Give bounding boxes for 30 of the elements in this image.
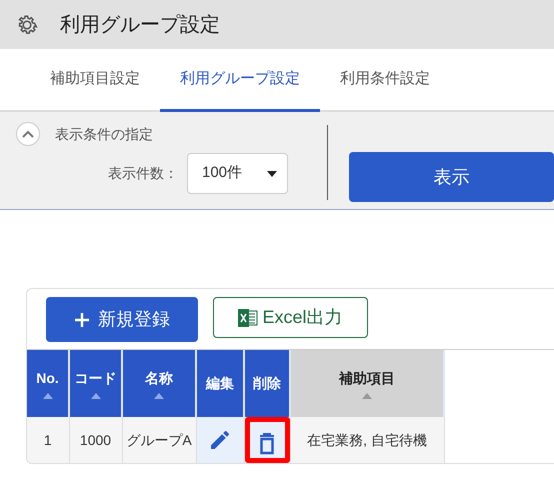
column-header[interactable]: コード [69, 350, 122, 417]
column-header[interactable]: 名称 [122, 350, 196, 417]
trash-icon [257, 433, 277, 455]
spreadsheet-icon [238, 308, 258, 326]
filter-title: 表示条件の指定 [55, 124, 153, 144]
pencil-icon [208, 428, 232, 452]
caret-icon [267, 170, 277, 176]
sort-icon [154, 393, 164, 399]
excel-button[interactable]: Excel出力 [213, 297, 368, 338]
table-cell: 在宅業務, 自宅待機 [290, 417, 444, 463]
collapse-button[interactable] [16, 122, 40, 146]
table-cell: 1000 [69, 417, 122, 463]
column-header[interactable]: 削除 [244, 350, 290, 417]
show-button[interactable]: 表示 [348, 152, 554, 202]
tab[interactable]: 利用条件設定 [320, 49, 450, 112]
page-title: 利用グループ設定 [60, 12, 220, 38]
tab[interactable]: 補助項目設定 [30, 49, 160, 112]
sort-icon [42, 393, 52, 399]
column-header[interactable]: 編集 [196, 350, 244, 417]
table-cell: 1 [27, 417, 69, 463]
sort-icon [90, 393, 100, 399]
count-select[interactable]: 100件 [187, 153, 288, 194]
plus-icon [74, 312, 90, 328]
column-header[interactable]: No. [27, 350, 69, 417]
sort-icon [362, 393, 372, 399]
column-header[interactable]: 補助項目 [290, 350, 444, 417]
new-button[interactable]: 新規登録 [46, 297, 198, 342]
chevron-icon [22, 130, 34, 138]
table-cell: グループA [122, 417, 196, 463]
count-label: 表示件数： [108, 164, 178, 183]
